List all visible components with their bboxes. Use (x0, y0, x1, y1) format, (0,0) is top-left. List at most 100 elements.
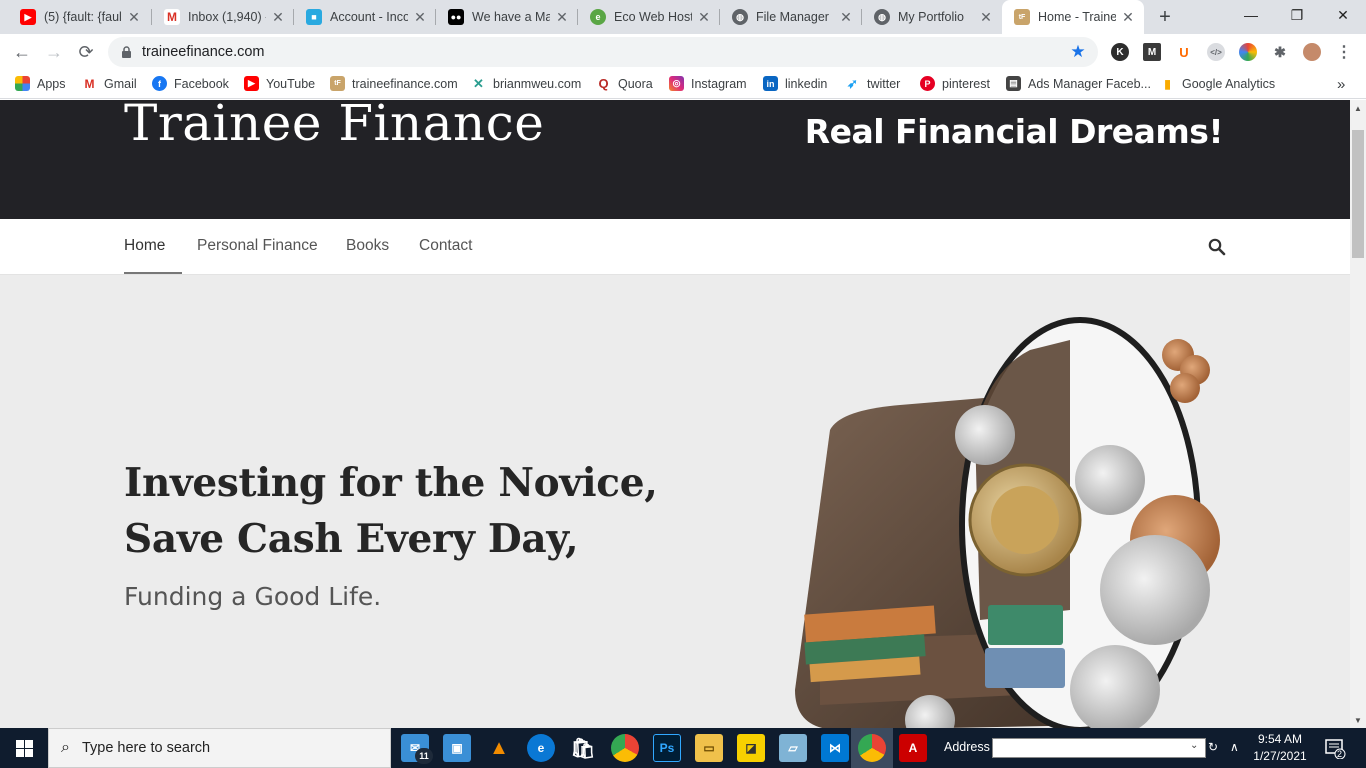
edge-icon[interactable]: e (527, 734, 555, 762)
hero-headline: Investing for the Novice, Save Cash Ever… (124, 455, 658, 567)
file-explorer-icon[interactable]: ▭ (695, 734, 723, 762)
close-icon[interactable]: ✕ (696, 9, 712, 25)
acrobat-icon[interactable]: A (899, 734, 927, 762)
extension-color-icon[interactable] (1239, 43, 1257, 61)
photoshop-icon[interactable]: Ps (653, 734, 681, 762)
page-scrollbar[interactable]: ▲ ▼ (1350, 100, 1366, 728)
close-icon[interactable]: ✕ (554, 9, 570, 25)
close-window-button[interactable]: ✕ (1320, 0, 1366, 30)
address-bar[interactable]: traineefinance.com ★ (108, 37, 1098, 67)
show-hidden-icons-icon[interactable]: ∧ (1230, 740, 1239, 754)
close-icon[interactable]: ✕ (1120, 9, 1136, 25)
reload-button[interactable]: ⟳ (74, 40, 98, 64)
address-toolbar-input[interactable] (992, 738, 1206, 758)
extension-k-icon[interactable]: K (1111, 43, 1129, 61)
tab-title: Inbox (1,940) - (188, 10, 266, 24)
menu-item-books[interactable]: Books (346, 237, 389, 255)
system-clock[interactable]: 9:54 AM 1/27/2021 (1250, 731, 1310, 765)
bookmark-label: YouTube (266, 76, 316, 91)
notes-app-icon[interactable]: ▱ (779, 734, 807, 762)
device-manager-icon[interactable]: ▣ (443, 734, 471, 762)
search-icon[interactable] (1208, 238, 1226, 256)
scroll-thumb[interactable] (1352, 130, 1364, 258)
chrome-icon[interactable] (611, 734, 639, 762)
menu-item-contact[interactable]: Contact (419, 237, 472, 255)
start-button[interactable] (0, 728, 48, 768)
close-icon[interactable]: ✕ (838, 9, 854, 25)
bookmark-ads-manager[interactable]: ▤ Ads Manager Faceb... (1006, 76, 1151, 91)
menu-dots-icon[interactable]: ⋮ (1335, 43, 1353, 61)
tab-gmail[interactable]: M Inbox (1,940) - ✕ (152, 0, 294, 34)
minimize-button[interactable]: — (1228, 0, 1274, 30)
extension-m-icon[interactable]: M (1143, 43, 1161, 61)
bookmark-label: Instagram (691, 76, 747, 91)
ads-manager-icon: ▤ (1006, 76, 1021, 91)
windows-logo-icon (15, 739, 33, 757)
bookmark-linkedin[interactable]: in linkedin (763, 76, 827, 91)
tab-home-trainee-finance[interactable]: tF Home - Traine ✕ (1002, 0, 1144, 34)
forward-button[interactable]: → (42, 40, 66, 64)
bookmark-facebook[interactable]: f Facebook (152, 76, 229, 91)
brianmweu-icon: ✕ (471, 76, 486, 91)
bookmark-gmail[interactable]: M Gmail (82, 76, 137, 91)
bookmark-label: Apps (37, 76, 66, 91)
menu-item-personal-finance[interactable]: Personal Finance (197, 237, 318, 255)
extension-u-icon[interactable]: U (1175, 43, 1193, 61)
extensions-puzzle-icon[interactable]: ✱ (1271, 43, 1289, 61)
close-icon[interactable]: ✕ (978, 9, 994, 25)
restore-button[interactable]: ❐ (1274, 0, 1320, 30)
close-icon[interactable]: ✕ (412, 9, 428, 25)
bookmark-apps[interactable]: Apps (15, 76, 66, 91)
bookmark-pinterest[interactable]: P pinterest (920, 76, 990, 91)
extension-code-icon[interactable]: </> (1207, 43, 1225, 61)
vlc-icon[interactable]: ▲ (485, 734, 513, 762)
tab-file-manager[interactable]: ◍ File Manager ✕ (720, 0, 862, 34)
bookmark-instagram[interactable]: ◎ Instagram (669, 76, 747, 91)
lock-icon[interactable] (120, 46, 132, 58)
tab-medium[interactable]: ●● We have a Ma ✕ (436, 0, 578, 34)
scroll-down-arrow-icon[interactable]: ▼ (1350, 712, 1366, 728)
bookmark-label: brianmweu.com (493, 76, 582, 91)
refresh-icon[interactable]: ↻ (1208, 740, 1218, 754)
site-header: Trainee Finance Real Financial Dreams! (0, 100, 1350, 219)
active-menu-indicator (124, 272, 182, 274)
menu-item-home[interactable]: Home (124, 237, 165, 255)
scroll-up-arrow-icon[interactable]: ▲ (1350, 100, 1366, 116)
bookmark-youtube[interactable]: ▶ YouTube (244, 76, 315, 91)
close-icon[interactable]: ✕ (126, 9, 142, 25)
store-icon[interactable]: 🛍 (569, 734, 597, 762)
tab-account[interactable]: ■ Account - Incom ✕ (294, 0, 436, 34)
bookmark-twitter[interactable]: ➶ twitter (845, 76, 900, 91)
bookmark-quora[interactable]: Q Quora (596, 76, 653, 91)
new-tab-button[interactable]: + (1155, 6, 1175, 28)
close-icon[interactable]: ✕ (270, 9, 286, 25)
bookmark-google-analytics[interactable]: ▮ Google Analytics (1160, 76, 1275, 91)
profile-avatar[interactable] (1303, 43, 1321, 61)
dropdown-arrow-icon[interactable]: ⌄ (1190, 740, 1198, 751)
notifications-icon[interactable]: 2 (1324, 737, 1346, 760)
chrome-active-icon[interactable] (858, 734, 886, 762)
analytics-icon: ▮ (1160, 76, 1175, 91)
back-button[interactable]: ← (10, 40, 34, 64)
hero-line-1: Investing for the Novice, (124, 460, 658, 506)
site-title[interactable]: Trainee Finance (124, 100, 544, 152)
tab-eco-web-hosting[interactable]: e Eco Web Hostin ✕ (578, 0, 720, 34)
tab-title: Account - Incom (330, 10, 408, 24)
youtube-icon: ▶ (20, 9, 36, 25)
tab-youtube[interactable]: ▶ (5) {fault: {fault ✕ (8, 0, 150, 34)
sticky-notes-icon[interactable]: ◪ (737, 734, 765, 762)
primary-menu: Home Personal Finance Books Contact (0, 219, 1350, 275)
bookmark-star-icon[interactable]: ★ (1068, 42, 1088, 62)
url-text[interactable]: traineefinance.com (142, 44, 1068, 60)
linkedin-icon: in (763, 76, 778, 91)
vscode-icon[interactable]: ⋈ (821, 734, 849, 762)
globe-icon: ◍ (874, 9, 890, 25)
tab-my-portfolio[interactable]: ◍ My Portfolio ✕ (862, 0, 1002, 34)
bookmark-traineefinance[interactable]: tF traineefinance.com (330, 76, 458, 91)
hero-subheading: Funding a Good Life. (124, 582, 382, 611)
bookmarks-overflow-button[interactable]: » (1337, 76, 1345, 93)
taskbar-search-box[interactable]: ⌕ Type here to search (48, 728, 391, 768)
bookmark-brianmweu[interactable]: ✕ brianmweu.com (471, 76, 581, 91)
tab-title: Eco Web Hostin (614, 10, 692, 24)
bookmarks-bar: Apps M Gmail f Facebook ▶ YouTube tF tra… (0, 70, 1366, 99)
